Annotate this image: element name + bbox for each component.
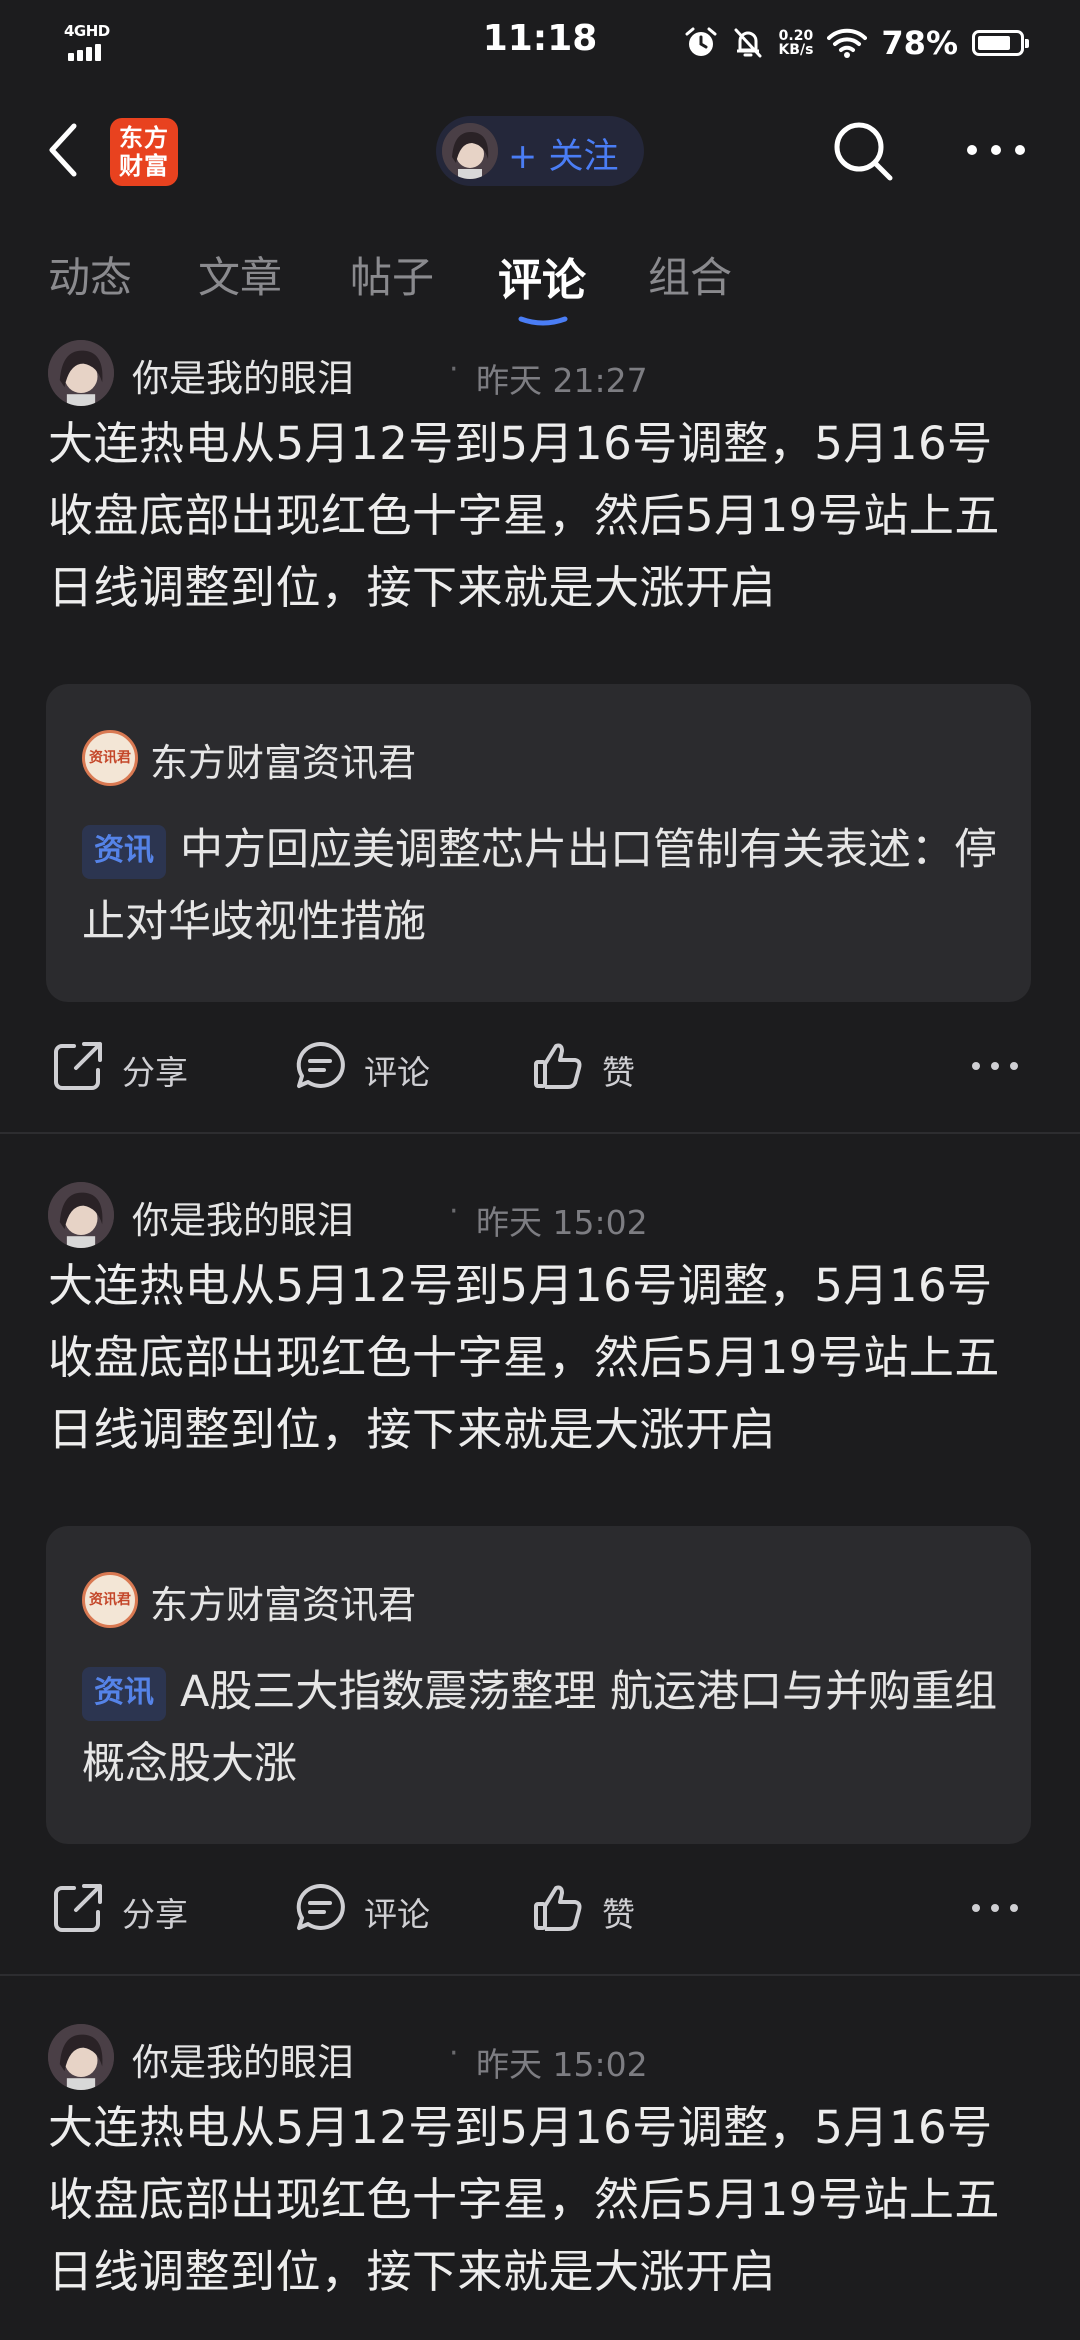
more-dots-icon bbox=[972, 1904, 1018, 1912]
follow-button[interactable]: + 关注 bbox=[436, 116, 644, 186]
top-nav: 东方 财富 + 关注 bbox=[0, 110, 1080, 190]
avatar[interactable] bbox=[48, 340, 114, 406]
divider bbox=[0, 1132, 1080, 1134]
wifi-icon bbox=[827, 28, 868, 58]
mute-bell-icon bbox=[734, 28, 762, 58]
card-headline-text: A股三大指数震荡整理 航运港口与并购重组概念股大涨 bbox=[82, 1667, 998, 1789]
news-card[interactable]: 资讯君 东方财富资讯君 资讯 中方回应美调整芯片出口管制有关表述：停止对华歧视性措… bbox=[46, 684, 1031, 1002]
comment-icon bbox=[296, 1883, 345, 1930]
action-bar: 分享 评论 赞 bbox=[0, 1030, 1080, 1100]
profile-tabs: 动态 文章 帖子 评论 组合 bbox=[0, 244, 1080, 324]
battery-icon bbox=[972, 30, 1029, 56]
tab-comments[interactable]: 评论 bbox=[498, 244, 586, 308]
logo-line-1: 东方 bbox=[119, 124, 169, 152]
card-headline-text: 中方回应美调整芯片出口管制有关表述：停止对华歧视性措施 bbox=[82, 825, 997, 947]
post-time: 昨天 15:02 bbox=[476, 2045, 648, 2084]
back-button[interactable] bbox=[40, 120, 90, 180]
news-tag: 资讯 bbox=[82, 1667, 166, 1721]
news-card[interactable]: 资讯君 东方财富资讯君 资讯 A股三大指数震荡整理 航运港口与并购重组概念股大涨 bbox=[46, 1526, 1031, 1844]
divider bbox=[0, 1974, 1080, 1976]
comment-text: 大连热电从5月12号到5月16号调整，5月16号收盘底部出现红色十字星，然后5月… bbox=[48, 1259, 1000, 1456]
action-bar: 分享 评论 赞 bbox=[0, 1872, 1080, 1942]
news-tag: 资讯 bbox=[82, 825, 166, 879]
post-time: 昨天 21:27 bbox=[476, 361, 648, 400]
like-button[interactable]: 赞 bbox=[530, 1880, 670, 1936]
more-dots-icon bbox=[967, 145, 1025, 155]
more-button[interactable] bbox=[964, 135, 1028, 165]
author-name[interactable]: 你是我的眼泪 bbox=[132, 348, 354, 402]
speed-value: 0.20 bbox=[778, 28, 814, 44]
comment-icon bbox=[296, 1041, 345, 1088]
share-icon bbox=[54, 1884, 102, 1932]
active-tab-indicator bbox=[518, 316, 568, 326]
comment-post[interactable]: 你是我的眼泪 · 昨天 15:02 大连热电从5月12号到5月16号调整，5月1… bbox=[0, 2024, 1080, 2340]
card-headline: 资讯 中方回应美调整芯片出口管制有关表述：停止对华歧视性措施 bbox=[82, 814, 1002, 958]
post-header: 你是我的眼泪 · 昨天 15:02 bbox=[48, 1182, 1048, 1248]
more-dots-icon bbox=[972, 1062, 1018, 1070]
thumbs-up-icon bbox=[534, 1885, 582, 1931]
logo-line-2: 财富 bbox=[119, 152, 169, 180]
app-logo[interactable]: 东方 财富 bbox=[110, 118, 178, 186]
post-more-button[interactable] bbox=[970, 1038, 1030, 1094]
post-header: 你是我的眼泪 · 昨天 15:02 bbox=[48, 2024, 1048, 2090]
separator-dot: · bbox=[449, 2036, 459, 2071]
battery-percent: 78% bbox=[881, 24, 958, 62]
comment-text: 大连热电从5月12号到5月16号调整，5月16号收盘底部出现红色十字星，然后5月… bbox=[48, 417, 1000, 614]
author-name[interactable]: 你是我的眼泪 bbox=[132, 1190, 354, 1244]
share-button[interactable]: 分享 bbox=[50, 1880, 210, 1936]
follow-label: + 关注 bbox=[508, 137, 619, 177]
comment-text: 大连热电从5月12号到5月16号调整，5月16号收盘底部出现红色十字星，然后5月… bbox=[48, 2101, 1000, 2298]
status-bar: 4GHD 11:18 0.20 KB/s 78% bbox=[0, 0, 1080, 84]
tab-posts[interactable]: 帖子 bbox=[350, 244, 434, 305]
separator-dot: · bbox=[449, 352, 459, 387]
card-source: 东方财富资讯君 bbox=[150, 1583, 417, 1627]
like-label: 赞 bbox=[602, 1053, 635, 1092]
like-button[interactable]: 赞 bbox=[530, 1038, 670, 1094]
comment-button[interactable]: 评论 bbox=[292, 1038, 452, 1094]
separator-dot: · bbox=[449, 1194, 459, 1229]
avatar bbox=[442, 123, 498, 179]
share-label: 分享 bbox=[122, 1895, 188, 1934]
like-label: 赞 bbox=[602, 1895, 635, 1934]
tab-dynamics[interactable]: 动态 bbox=[48, 244, 132, 305]
comment-post[interactable]: 你是我的眼泪 · 昨天 21:27 大连热电从5月12号到5月16号调整，5月1… bbox=[0, 340, 1080, 1140]
share-button[interactable]: 分享 bbox=[50, 1038, 210, 1094]
network-speed: 0.20 KB/s bbox=[778, 29, 813, 57]
avatar[interactable] bbox=[48, 2024, 114, 2090]
post-time: 昨天 15:02 bbox=[476, 1203, 648, 1242]
author-name[interactable]: 你是我的眼泪 bbox=[132, 2032, 354, 2086]
tab-articles[interactable]: 文章 bbox=[198, 244, 282, 305]
comment-button[interactable]: 评论 bbox=[292, 1880, 452, 1936]
speed-unit: KB/s bbox=[778, 42, 814, 58]
avatar[interactable] bbox=[48, 1182, 114, 1248]
source-logo: 资讯君 bbox=[82, 1572, 138, 1628]
comment-label: 评论 bbox=[364, 1895, 430, 1934]
search-button[interactable] bbox=[830, 118, 896, 184]
search-icon bbox=[834, 122, 893, 181]
source-logo: 资讯君 bbox=[82, 730, 138, 786]
chevron-left-icon bbox=[49, 123, 77, 177]
card-headline: 资讯 A股三大指数震荡整理 航运港口与并购重组概念股大涨 bbox=[82, 1656, 1002, 1800]
share-icon bbox=[54, 1042, 102, 1090]
comment-label: 评论 bbox=[364, 1053, 430, 1092]
card-source: 东方财富资讯君 bbox=[150, 741, 417, 785]
tab-portfolio[interactable]: 组合 bbox=[648, 244, 732, 305]
thumbs-up-icon bbox=[534, 1043, 582, 1089]
alarm-icon bbox=[685, 27, 717, 56]
post-more-button[interactable] bbox=[970, 1880, 1030, 1936]
post-header: 你是我的眼泪 · 昨天 21:27 bbox=[48, 340, 1048, 406]
comment-post[interactable]: 你是我的眼泪 · 昨天 15:02 大连热电从5月12号到5月16号调整，5月1… bbox=[0, 1182, 1080, 1982]
share-label: 分享 bbox=[122, 1053, 188, 1092]
status-icons: 0.20 KB/s 78% bbox=[684, 18, 1029, 68]
